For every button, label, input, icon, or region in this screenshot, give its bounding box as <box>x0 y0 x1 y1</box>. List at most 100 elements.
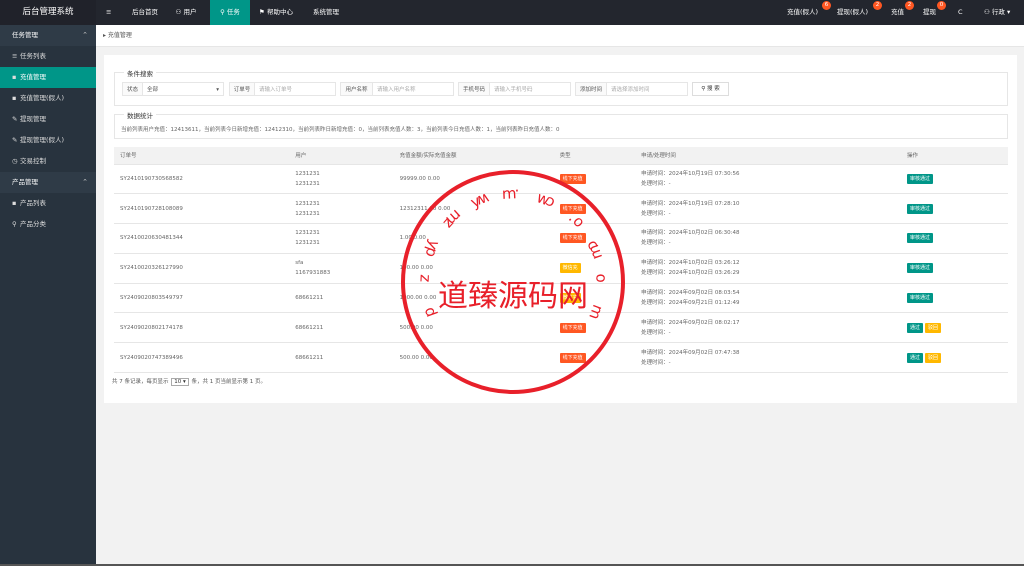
nav-group[interactable]: 产品管理 ⌃ <box>0 172 96 193</box>
nav-group[interactable]: 任务管理 ⌃ <box>0 25 96 46</box>
sidebar-item[interactable]: ✎ 提现管理 <box>0 109 96 130</box>
sidebar-item-label: 充值管理 <box>20 73 46 81</box>
app-logo: 后台管理系统 <box>0 0 96 25</box>
search-button-label: 搜 索 <box>707 86 720 92</box>
type-cell: 线下充值 <box>553 193 636 225</box>
sidebar-item-icon: ≡ <box>12 52 18 60</box>
table-header-cell: 申请/处理时间 <box>635 147 901 165</box>
username-label: 用户名称 <box>340 82 372 96</box>
sidebar-item-icon: ✎ <box>12 136 18 144</box>
username-input[interactable]: 请输入用户名称 <box>372 82 454 96</box>
order-input[interactable]: 请输入订单号 <box>254 82 336 96</box>
sidebar-item[interactable]: ⚲ 产品分类 <box>0 214 96 235</box>
top-tab-label: 任务 <box>226 8 240 16</box>
user-name: sfa <box>295 260 304 267</box>
menu-toggle-icon[interactable]: ≡ <box>106 0 111 25</box>
type-tag: 微信充 <box>559 293 581 304</box>
apply-time: 申请时间：2024年10月02日 06:30:48 <box>641 230 740 237</box>
sidebar-item[interactable]: ✎ 提现管理(假人) <box>0 130 96 151</box>
time-input[interactable]: 请选择添加时间 <box>606 82 688 96</box>
approve-button[interactable]: 审核通过 <box>906 233 933 244</box>
approve-button[interactable]: 审核通过 <box>906 263 933 274</box>
top-tab[interactable]: 系统管理 <box>306 0 346 25</box>
table-row: SY2410020630481344 1231231 1231231 1.00 0.0… <box>114 223 1008 254</box>
actions-cell: 审核通过 <box>900 223 1008 254</box>
notification-label: 提现(假人) <box>837 8 869 16</box>
notification-badge: 6 <box>822 1 831 10</box>
sidebar-item-icon: ▪ <box>12 199 17 207</box>
apply-time: 申请时间：2024年09月02日 07:47:38 <box>641 349 740 356</box>
table-header-cell: 订单号 <box>114 147 290 165</box>
sidebar-item[interactable]: ▪ 产品列表 <box>0 193 96 214</box>
sidebar-item-icon: ⚲ <box>12 220 17 228</box>
sidebar-item-label: 任务列表 <box>20 52 46 60</box>
top-notification-link[interactable]: 提现 0 <box>923 0 946 25</box>
user-cell: 1231231 1231231 <box>289 223 394 254</box>
chevron-up-icon: ⌃ <box>82 178 88 186</box>
time-cell: 申请时间：2024年10月02日 06:30:48 处理时间：- <box>635 223 901 254</box>
user-secondary: 1167931883 <box>295 270 331 277</box>
approve-button[interactable]: 审核通过 <box>906 173 933 184</box>
top-tab[interactable]: ⚲ 任务 <box>210 0 250 25</box>
time-cell: 申请时间：2024年10月19日 07:28:10 处理时间：- <box>635 193 901 225</box>
notification-label: 充值(假人) <box>787 8 819 16</box>
amount-cell: 500.00 0.00 <box>393 312 554 344</box>
order-id-cell: SY2409020747389496 <box>114 342 290 374</box>
sidebar-item-label: 提现管理 <box>20 115 46 123</box>
top-tab-label: 系统管理 <box>313 8 339 16</box>
approve-button[interactable]: 审核通过 <box>906 203 933 214</box>
time-cell: 申请时间：2024年09月02日 08:02:17 处理时间：- <box>635 312 901 344</box>
search-legend: 条件搜索 <box>124 68 156 78</box>
user-name: 行政 <box>991 8 1005 16</box>
page-size-select[interactable]: 10 ▾ <box>171 378 189 386</box>
user-menu[interactable]: ⚇ 行政 ▾ <box>984 0 1010 25</box>
order-id-cell: SY2410020326127990 <box>114 253 290 284</box>
approve-button[interactable]: 通过 <box>906 352 923 363</box>
phone-input[interactable]: 请输入手机号码 <box>489 82 571 96</box>
sidebar-item-label: 提现管理(假人) <box>20 136 65 144</box>
stats-legend: 数据统计 <box>124 110 156 120</box>
refresh-icon[interactable]: C <box>958 0 963 25</box>
sidebar-item[interactable]: ≡ 任务列表 <box>0 46 96 67</box>
approve-button[interactable]: 通过 <box>906 322 923 333</box>
user-cell: 1231231 1231231 <box>289 193 394 225</box>
sidebar-item-icon: ✎ <box>12 115 18 123</box>
top-tab[interactable]: 后台首页 <box>124 0 166 25</box>
order-id-cell: SY2410020630481344 <box>114 223 290 254</box>
tab-icon: ⚑ <box>259 8 265 16</box>
actions-cell: 审核通过 <box>900 253 1008 284</box>
stats-text: 当前列表用户充值：12413611，当前列表今日新增充值：12412310，当前… <box>121 127 560 133</box>
search-button[interactable]: ⚲ 搜 索 <box>692 82 729 96</box>
user-secondary: 1231231 <box>295 210 320 217</box>
reject-button[interactable]: 驳回 <box>924 322 941 333</box>
nav-group-label: 产品管理 <box>12 178 38 186</box>
order-id-cell: SY2410190728108089 <box>114 193 290 225</box>
sidebar-item[interactable]: ▪ 充值管理(假人) <box>0 88 96 109</box>
top-tab[interactable]: ⚑ 帮助中心 <box>250 0 302 25</box>
type-cell: 线下充值 <box>553 312 636 344</box>
sidebar-item[interactable]: ▪ 充值管理 <box>0 67 96 88</box>
tab-icon: ⚇ <box>175 8 182 16</box>
top-tab[interactable]: ⚇ 用户 <box>168 0 204 25</box>
table-row: SY2409020747389496 68661211 500.00 0.00 线下充… <box>114 342 1008 374</box>
table-row: SY2409020802174178 68661211 500.00 0.00 线下充… <box>114 312 1008 344</box>
table-row: SY2409020803549797 68661211 1000.00 0.00 微信… <box>114 283 1008 314</box>
top-notification-link[interactable]: 提现(假人) 2 <box>837 0 882 25</box>
reject-button[interactable]: 驳回 <box>924 352 941 363</box>
status-select-value: 全部 <box>147 87 159 93</box>
pager-prefix: 共 7 条记录，每页显示 <box>112 379 169 385</box>
amount-cell: 500.00 0.00 <box>393 342 554 374</box>
amount-cell: 99999.00 0.00 <box>393 164 554 195</box>
status-select[interactable]: 全部 ▾ <box>142 82 224 96</box>
top-notification-link[interactable]: 充值(假人) 6 <box>787 0 831 25</box>
notification-badge: 0 <box>937 1 946 10</box>
sidebar-item[interactable]: ◷ 交易控制 <box>0 151 96 172</box>
type-cell: 线下充值 <box>553 223 636 254</box>
tab-icon: ⚲ <box>220 8 225 16</box>
top-notification-link[interactable]: 充值 2 <box>891 0 914 25</box>
pagination: 共 7 条记录，每页显示 10 ▾ 条，共 1 页当前显示第 1 页。 <box>112 377 266 386</box>
orders-table: 订单号 用户 充值金额/实际充值金额 类型 申请/处理时间 操作 SY2410190730… <box>114 147 1008 374</box>
breadcrumb-item: ▸ 充值管理 <box>103 32 132 39</box>
approve-button[interactable]: 审核通过 <box>906 293 933 304</box>
user-cell: 1231231 1231231 <box>289 164 394 195</box>
